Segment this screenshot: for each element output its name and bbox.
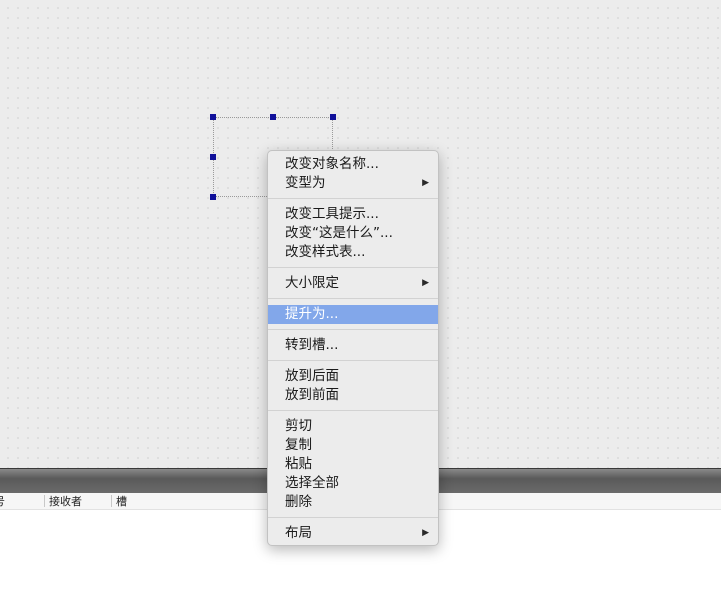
resize-handle-top-right[interactable] [330, 114, 336, 120]
menu-item-promote-to[interactable]: 提升为... [268, 305, 438, 324]
menu-item-label: 选择全部 [285, 475, 339, 491]
menu-item-paste[interactable]: 粘贴 [268, 455, 438, 474]
column-header-slot[interactable]: 槽 [116, 494, 127, 509]
menu-item-change-tooltip[interactable]: 改变工具提示... [268, 205, 438, 224]
triangle-right-icon: ▶ [422, 528, 429, 538]
menu-item-label: 复制 [285, 437, 312, 453]
menu-item-change-object-name[interactable]: 改变对象名称... [268, 155, 438, 174]
menu-separator [268, 360, 438, 362]
menu-item-go-to-slot[interactable]: 转到槽... [268, 336, 438, 355]
menu-separator [268, 517, 438, 519]
menu-item-change-stylesheet[interactable]: 改变样式表... [268, 243, 438, 262]
menu-item-label: 放到前面 [285, 387, 339, 403]
column-header-signal[interactable]: 号 [0, 494, 5, 509]
menu-item-label: 改变“这是什么”... [285, 225, 393, 241]
column-divider[interactable] [44, 495, 45, 507]
menu-item-bring-to-front[interactable]: 放到前面 [268, 386, 438, 405]
menu-item-label: 布局 [285, 525, 312, 541]
menu-item-label: 变型为 [285, 175, 326, 191]
menu-item-label: 改变样式表... [285, 244, 366, 260]
menu-separator [268, 410, 438, 412]
resize-handle-top-left[interactable] [210, 114, 216, 120]
context-menu: 改变对象名称... 变型为 ▶ 改变工具提示... 改变“这是什么”... 改变… [267, 150, 439, 546]
triangle-right-icon: ▶ [422, 278, 429, 288]
menu-item-send-to-back[interactable]: 放到后面 [268, 367, 438, 386]
resize-handle-top[interactable] [270, 114, 276, 120]
menu-separator [268, 298, 438, 300]
menu-item-morph-into[interactable]: 变型为 ▶ [268, 174, 438, 193]
menu-item-change-whats-this[interactable]: 改变“这是什么”... [268, 224, 438, 243]
menu-item-layout[interactable]: 布局 ▶ [268, 524, 438, 543]
menu-item-label: 粘贴 [285, 456, 312, 472]
menu-item-label: 放到后面 [285, 368, 339, 384]
column-header-receiver[interactable]: 接收者 [49, 494, 82, 509]
menu-item-label: 大小限定 [285, 275, 339, 291]
menu-separator [268, 329, 438, 331]
menu-separator [268, 198, 438, 200]
menu-item-label: 改变工具提示... [285, 206, 379, 222]
menu-item-size-constraints[interactable]: 大小限定 ▶ [268, 274, 438, 293]
menu-item-label: 提升为... [285, 306, 339, 322]
menu-item-cut[interactable]: 剪切 [268, 417, 438, 436]
column-divider[interactable] [111, 495, 112, 507]
resize-handle-left[interactable] [210, 154, 216, 160]
resize-handle-bottom-left[interactable] [210, 194, 216, 200]
menu-item-select-all[interactable]: 选择全部 [268, 474, 438, 493]
menu-item-label: 改变对象名称... [285, 156, 379, 172]
menu-item-label: 删除 [285, 494, 312, 510]
menu-item-label: 剪切 [285, 418, 312, 434]
menu-separator [268, 267, 438, 269]
menu-item-label: 转到槽... [285, 337, 339, 353]
triangle-right-icon: ▶ [422, 178, 429, 188]
menu-item-copy[interactable]: 复制 [268, 436, 438, 455]
menu-item-delete[interactable]: 删除 [268, 493, 438, 512]
